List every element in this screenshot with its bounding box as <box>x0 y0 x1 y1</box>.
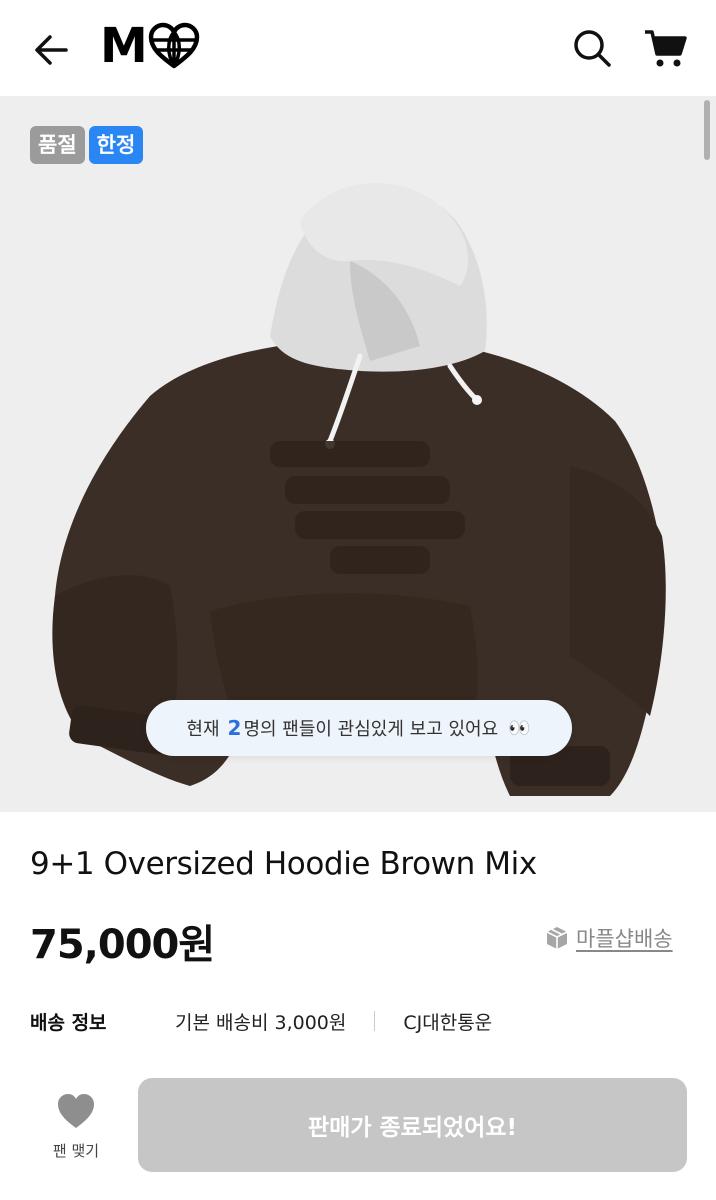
package-icon <box>546 927 568 949</box>
viewers-prefix: 현재 <box>186 719 220 740</box>
viewers-suffix: 명의 팬들이 관심있게 보고 있어요 <box>243 719 499 740</box>
shipping-tag-label: 마플샵배송 <box>576 927 673 951</box>
live-viewers-banner: 현재 2 명의 팬들이 관심있게 보고 있어요 👀 <box>146 700 572 756</box>
viewers-count: 2 <box>227 716 242 740</box>
sale-ended-button[interactable]: 판매가 종료되었어요! <box>138 1078 687 1172</box>
heart-icon <box>58 1094 94 1128</box>
product-title: 9+1 Oversized Hoodie Brown Mix <box>30 846 537 882</box>
cart-button[interactable] <box>642 26 688 70</box>
hoodie-product-image <box>52 183 666 796</box>
limited-badge: 한정 <box>88 126 144 164</box>
search-button[interactable] <box>570 26 614 70</box>
sold-out-badge: 품절 <box>30 126 85 164</box>
top-bar: M <box>0 0 716 96</box>
product-price: 75,000원 <box>30 922 215 968</box>
product-image-area[interactable]: 품절 한정 현재 2 명의 팬들이 관심있게 보고 있어요 👀 <box>0 96 716 812</box>
fan-follow-label: 팬 맺기 <box>52 1142 100 1160</box>
divider <box>374 1011 376 1031</box>
search-icon <box>574 30 611 67</box>
fan-follow-button[interactable]: 팬 맺기 <box>40 1090 112 1168</box>
back-button[interactable] <box>30 28 74 72</box>
cart-icon <box>645 30 687 67</box>
globe-heart-icon <box>148 22 200 69</box>
arrow-left-icon <box>35 35 68 65</box>
shipping-info-label: 배송 정보 <box>30 1011 107 1034</box>
shipping-info-row: 배송 정보 기본 배송비 3,000원 CJ대한통운 <box>30 1006 690 1036</box>
marpple-shipping-link[interactable]: 마플샵배송 <box>544 922 673 954</box>
marpple-logo[interactable]: M <box>100 20 200 72</box>
scrollbar[interactable] <box>704 100 710 160</box>
badge-group: 품절 한정 <box>30 126 144 164</box>
eyes-icon: 👀 <box>508 717 532 739</box>
shipping-fee: 기본 배송비 3,000원 <box>175 1011 347 1034</box>
logo-letter: M <box>100 18 148 74</box>
shipping-courier: CJ대한통운 <box>403 1011 493 1034</box>
